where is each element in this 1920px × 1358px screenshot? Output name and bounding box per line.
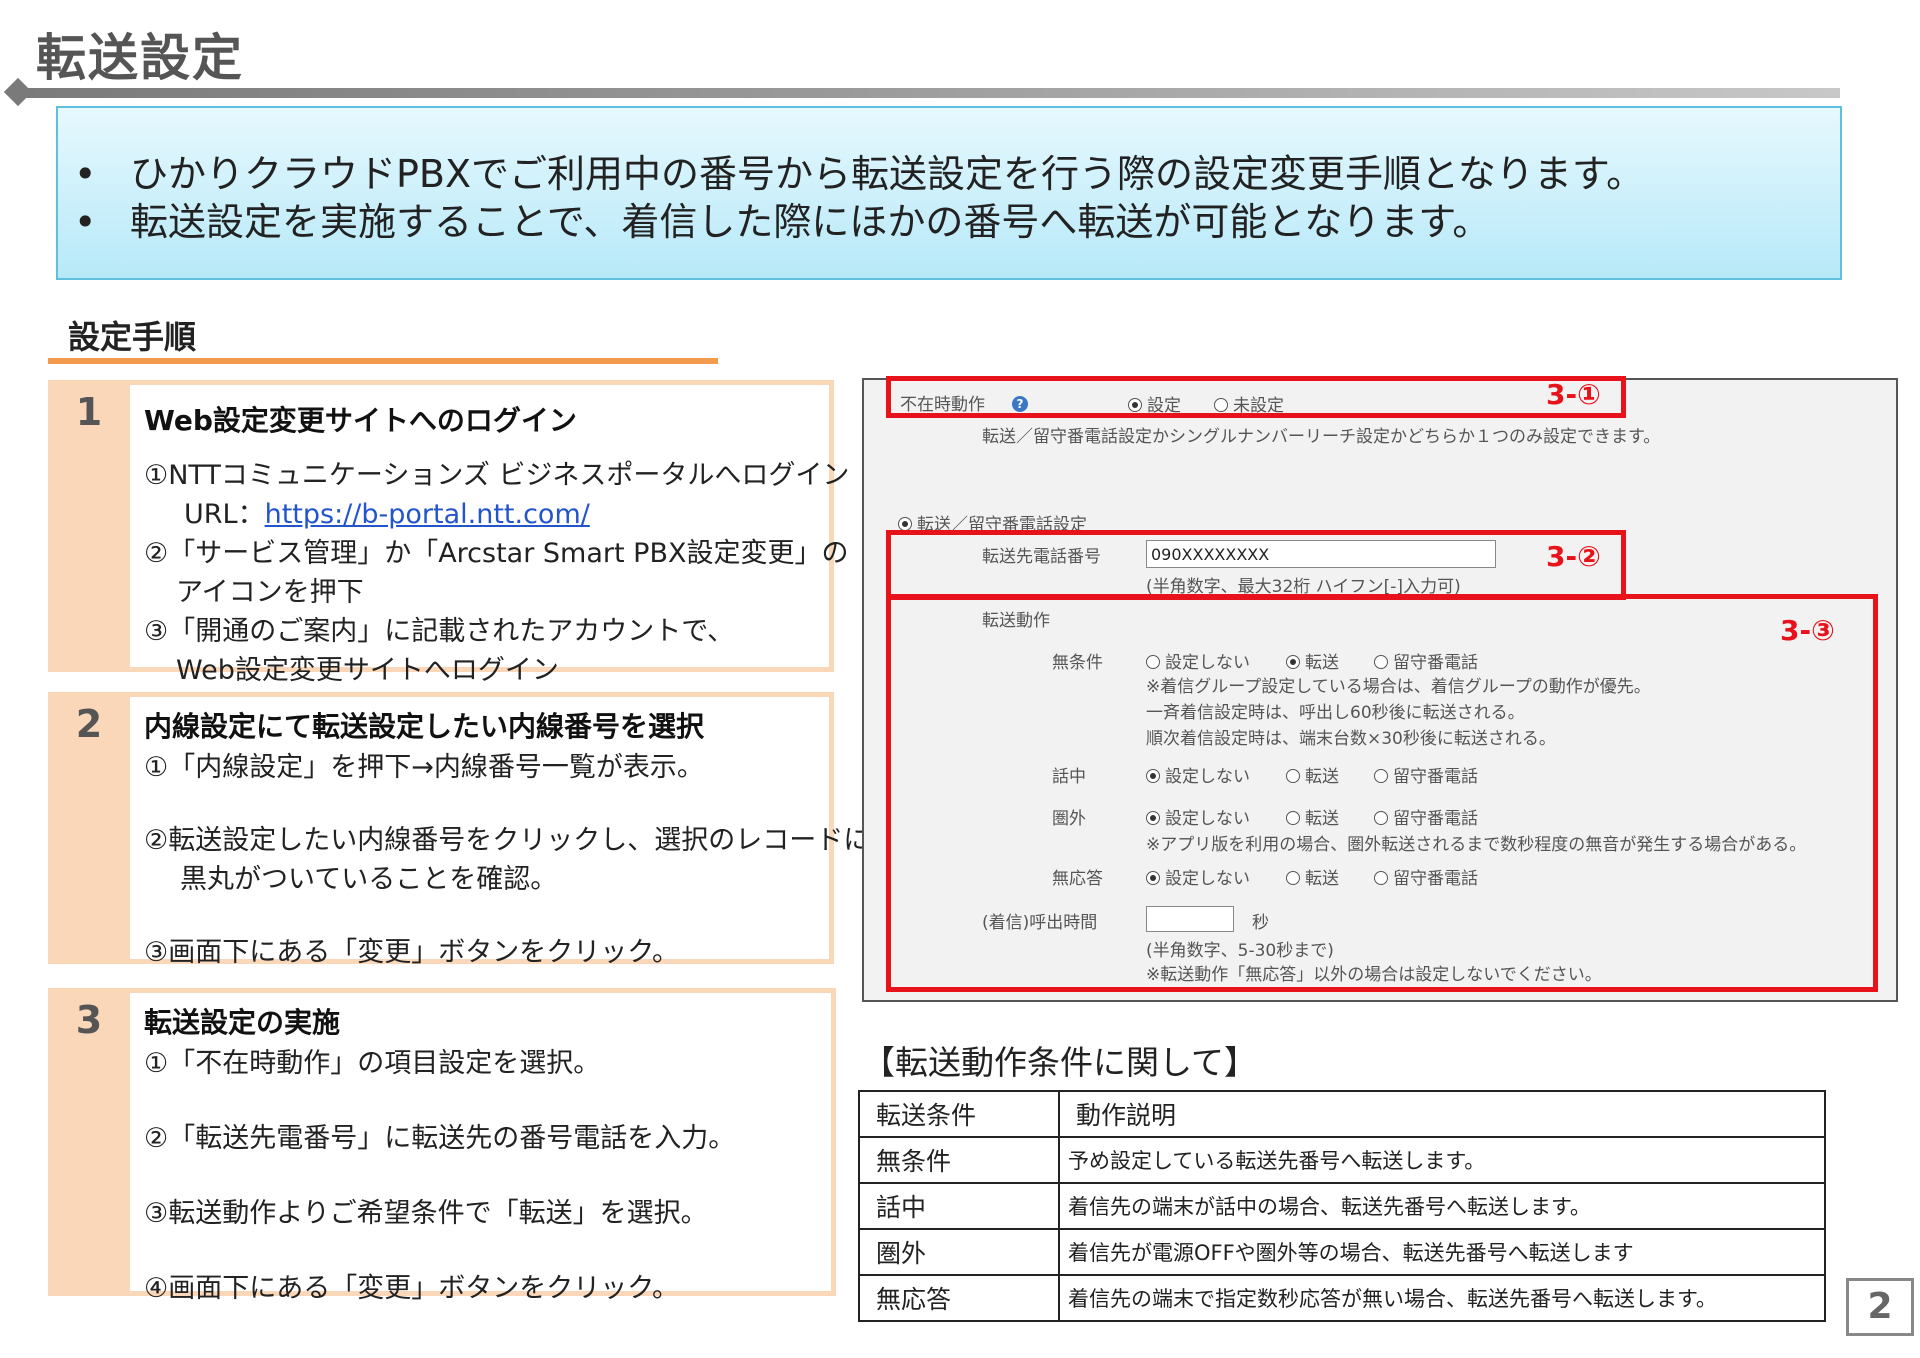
highlight-box-3-3 bbox=[886, 594, 1878, 992]
intro-box: • ひかりクラウドPBXでご利用中の番号から転送設定を行う際の設定変更手順となりま… bbox=[56, 106, 1842, 280]
step-number: 2 bbox=[75, 702, 103, 746]
page-title: 転送設定 bbox=[36, 29, 244, 87]
step-heading: 内線設定にて転送設定したい内線番号を選択 bbox=[144, 710, 705, 743]
highlight-box-3-1 bbox=[886, 376, 1626, 418]
title-underline-bar bbox=[20, 88, 1840, 98]
table-cell: 圏外 bbox=[858, 1228, 1060, 1276]
panel-note: 転送／留守番電話設定かシングルナンバーリーチ設定かどちらか１つのみ設定できます。 bbox=[982, 427, 1661, 447]
intro-item: • 転送設定を実施することで、着信した際にほかの番号へ転送が可能となります。 bbox=[74, 198, 1840, 246]
table-header-row: 転送条件 動作説明 bbox=[858, 1090, 1826, 1138]
table-cell: 無条件 bbox=[858, 1136, 1060, 1184]
intro-item: • ひかりクラウドPBXでご利用中の番号から転送設定を行う際の設定変更手順となりま… bbox=[74, 150, 1840, 198]
step-3-card: 3 転送設定の実施 ①「不在時動作」の項目設定を選択。 ②「転送先電番号」に転送… bbox=[48, 988, 836, 1304]
step-body: Web設定変更サイトへのログイン ①NTTコミュニケーションズ ビジネスポータル… bbox=[130, 385, 850, 686]
page-number: 2 bbox=[1846, 1278, 1914, 1336]
intro-text: 転送設定を実施することで、着信した際にほかの番号へ転送が可能となります。 bbox=[130, 200, 1491, 244]
step-body: 転送設定の実施 ①「不在時動作」の項目設定を選択。 ②「転送先電番号」に転送先の… bbox=[130, 993, 831, 1304]
table-row: 話中 着信先の端末が話中の場合、転送先番号へ転送します。 bbox=[858, 1182, 1826, 1230]
step-line: ①「内線設定」を押下→内線番号一覧が表示。 bbox=[144, 752, 704, 783]
step-line: アイコンを押下 bbox=[176, 577, 364, 608]
step-line: ②「サービス管理」か「Arcstar Smart PBX設定変更」の bbox=[144, 538, 849, 569]
step-line: 黒丸がついていることを確認。 bbox=[180, 864, 558, 895]
table-cell: 着信先の端末で指定数秒応答が無い場合、転送先番号へ転送します。 bbox=[1058, 1274, 1826, 1322]
table-row: 圏外 着信先が電源OFFや圏外等の場合、転送先番号へ転送します bbox=[858, 1228, 1826, 1276]
tag-3-2: 3-② bbox=[1546, 540, 1601, 573]
settings-panel: 不在時動作 ? 設定 未設定 転送／留守番電話設定かシングルナンバーリーチ設定か… bbox=[862, 376, 1898, 1002]
step-line: ③画面下にある「変更」ボタンをクリック。 bbox=[144, 937, 680, 968]
step-number: 3 bbox=[75, 998, 103, 1042]
step-line: ②「転送先電番号」に転送先の番号電話を入力。 bbox=[144, 1123, 736, 1154]
step-line: ③「開通のご案内」に記載されたアカウントで、 bbox=[144, 616, 735, 647]
conditions-title: 【転送動作条件に関して】 bbox=[862, 1043, 1258, 1082]
conditions-table: 転送条件 動作説明 無条件 予め設定している転送先番号へ転送します。 話中 着信… bbox=[858, 1090, 1826, 1322]
table-header: 動作説明 bbox=[1058, 1090, 1826, 1138]
table-row: 無応答 着信先の端末で指定数秒応答が無い場合、転送先番号へ転送します。 bbox=[858, 1274, 1826, 1322]
step-heading: Web設定変更サイトへのログイン bbox=[144, 404, 577, 437]
table-cell: 予め設定している転送先番号へ転送します。 bbox=[1058, 1136, 1826, 1184]
tag-3-3: 3-③ bbox=[1780, 614, 1835, 647]
table-row: 無条件 予め設定している転送先番号へ転送します。 bbox=[858, 1136, 1826, 1184]
step-heading: 転送設定の実施 bbox=[144, 1006, 341, 1039]
step-1-card: 1 Web設定変更サイトへのログイン ①NTTコミュニケーションズ ビジネスポー… bbox=[48, 380, 850, 686]
step-number: 1 bbox=[75, 390, 103, 434]
tag-3-1: 3-① bbox=[1546, 378, 1601, 411]
table-cell: 着信先が電源OFFや圏外等の場合、転送先番号へ転送します bbox=[1058, 1228, 1826, 1276]
bullet: • bbox=[74, 200, 97, 244]
url-label: URL： bbox=[184, 499, 265, 530]
bullet: • bbox=[74, 152, 97, 196]
step-line: ①NTTコミュニケーションズ ビジネスポータルへログイン bbox=[144, 460, 850, 491]
step-line: ③転送動作よりご希望条件で「転送」を選択。 bbox=[144, 1198, 708, 1229]
step-line: URL：https://b-portal.ntt.com/ bbox=[144, 492, 829, 531]
step-line: ②転送設定したい内線番号をクリックし、選択のレコードに bbox=[144, 825, 871, 856]
table-header: 転送条件 bbox=[858, 1090, 1060, 1138]
procedure-title: 設定手順 bbox=[68, 318, 197, 356]
highlight-box-3-2 bbox=[886, 530, 1626, 600]
step-line: ④画面下にある「変更」ボタンをクリック。 bbox=[144, 1273, 680, 1304]
step-line: Web設定変更サイトへログイン bbox=[176, 655, 559, 686]
table-cell: 話中 bbox=[858, 1182, 1060, 1230]
intro-text: ひかりクラウドPBXでご利用中の番号から転送設定を行う際の設定変更手順となります… bbox=[130, 152, 1645, 196]
table-cell: 無応答 bbox=[858, 1274, 1060, 1322]
step-body: 内線設定にて転送設定したい内線番号を選択 ①「内線設定」を押下→内線番号一覧が表… bbox=[130, 697, 871, 968]
table-cell: 着信先の端末が話中の場合、転送先番号へ転送します。 bbox=[1058, 1182, 1826, 1230]
procedure-underline bbox=[48, 358, 718, 364]
portal-link[interactable]: https://b-portal.ntt.com/ bbox=[265, 499, 590, 530]
step-line: ①「不在時動作」の項目設定を選択。 bbox=[144, 1048, 601, 1079]
step-2-card: 2 内線設定にて転送設定したい内線番号を選択 ①「内線設定」を押下→内線番号一覧… bbox=[48, 692, 871, 968]
